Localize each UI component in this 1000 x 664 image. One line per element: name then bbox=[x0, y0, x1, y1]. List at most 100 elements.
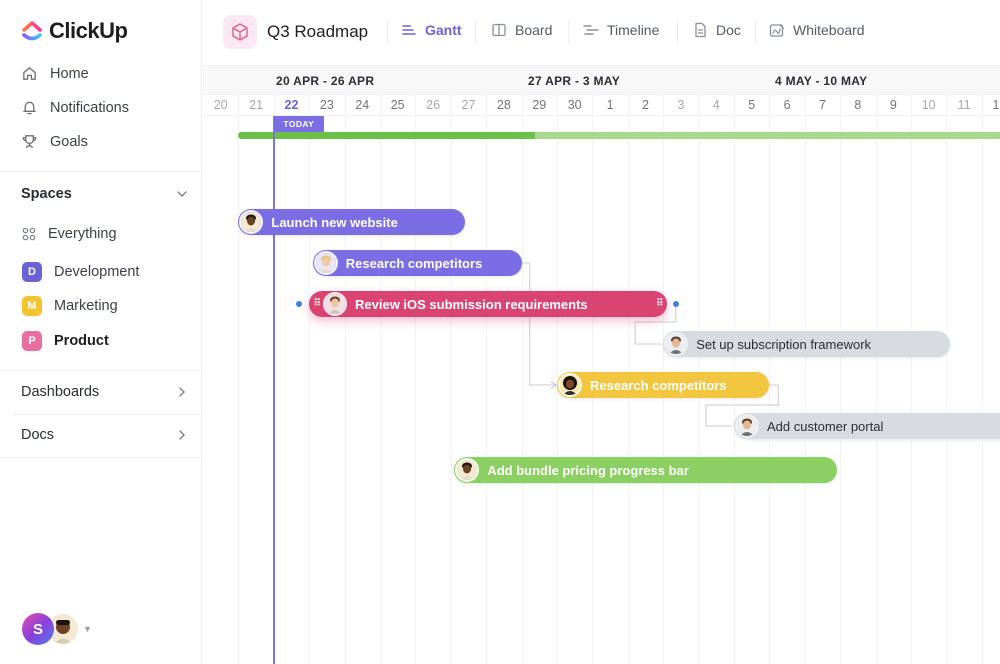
caret-down-icon[interactable]: ▼ bbox=[83, 624, 92, 634]
grid-line bbox=[309, 95, 311, 664]
project-icon bbox=[223, 15, 257, 49]
space-marketing-label: Marketing bbox=[54, 298, 118, 314]
day-label: 7 bbox=[819, 98, 826, 112]
assignee-avatar[interactable] bbox=[313, 251, 338, 275]
sidebar-divider bbox=[0, 457, 202, 458]
overall-progress-fill bbox=[238, 132, 536, 139]
space-product-label: Product bbox=[54, 333, 109, 349]
view-header: Q3 Roadmap Gantt Board Timeline Doc Whit… bbox=[203, 0, 1000, 66]
grid-line bbox=[911, 95, 912, 664]
assignee-avatar[interactable] bbox=[664, 332, 689, 356]
tab-board[interactable]: Board bbox=[491, 22, 552, 38]
docs-label: Docs bbox=[21, 427, 55, 443]
grid-line bbox=[804, 95, 806, 664]
assignee-avatar[interactable] bbox=[558, 373, 582, 397]
day-label: 10 bbox=[921, 98, 936, 112]
task-bar[interactable]: Add bundle pricing progress bar bbox=[454, 457, 837, 483]
task-bar[interactable]: Launch new website bbox=[238, 209, 465, 235]
spaces-header[interactable]: Spaces bbox=[21, 186, 189, 202]
grid-line bbox=[875, 95, 877, 664]
space-everything-label: Everything bbox=[48, 226, 117, 242]
day-label: 22 bbox=[284, 98, 299, 112]
day-label: 24 bbox=[355, 98, 370, 112]
home-icon bbox=[23, 67, 36, 80]
tab-whiteboard[interactable]: Whiteboard bbox=[769, 22, 865, 38]
assignee-avatar[interactable] bbox=[455, 458, 480, 482]
sidebar-divider bbox=[12, 414, 202, 415]
user-menu[interactable]: S ▼ bbox=[22, 613, 92, 645]
tab-timeline-label: Timeline bbox=[607, 22, 660, 38]
task-bar[interactable]: ⠿ Review iOS submission requirements ⠿ bbox=[309, 291, 667, 317]
grid-line bbox=[344, 95, 346, 664]
grid-line bbox=[238, 95, 240, 664]
header-separator bbox=[387, 20, 388, 44]
task-bar[interactable]: Research competitors bbox=[557, 372, 770, 398]
day-label: 30 bbox=[567, 98, 582, 112]
day-label: 27 bbox=[461, 98, 476, 112]
day-label: 8 bbox=[854, 98, 862, 112]
task-name: Add customer portal bbox=[767, 418, 884, 434]
task-name: Launch new website bbox=[271, 214, 398, 230]
space-product[interactable]: P Product bbox=[22, 331, 109, 351]
cube-icon bbox=[232, 23, 248, 41]
week-label: 27 APR - 3 MAY bbox=[528, 74, 621, 88]
dependency-line bbox=[521, 262, 555, 386]
space-everything[interactable]: Everything bbox=[22, 226, 117, 242]
dependency-handle[interactable] bbox=[672, 301, 679, 307]
timeline-icon bbox=[583, 25, 599, 35]
grid-line bbox=[769, 95, 771, 664]
nav-notifications-label: Notifications bbox=[50, 99, 129, 116]
workspace-avatar[interactable]: S bbox=[22, 613, 54, 645]
grid-icon bbox=[22, 227, 36, 241]
dependency-handle[interactable] bbox=[296, 301, 303, 307]
drag-handle-icon[interactable]: ⠿ bbox=[656, 299, 664, 309]
assignee-avatar[interactable] bbox=[323, 292, 347, 316]
space-development[interactable]: D Development bbox=[22, 262, 139, 282]
task-name: Add bundle pricing progress bar bbox=[487, 462, 689, 478]
grid-line bbox=[450, 95, 452, 664]
task-bar[interactable]: Set up subscription framework bbox=[663, 331, 950, 357]
day-label: 12 bbox=[992, 98, 1000, 112]
day-label: 28 bbox=[496, 98, 511, 112]
day-label: 5 bbox=[748, 98, 756, 112]
header-separator bbox=[677, 20, 678, 44]
project-title: Q3 Roadmap bbox=[267, 22, 369, 41]
tab-gantt-label: Gantt bbox=[425, 22, 462, 38]
assignee-avatar[interactable] bbox=[735, 414, 759, 438]
gantt-icon bbox=[402, 25, 416, 35]
task-bar[interactable]: Research competitors bbox=[312, 250, 522, 276]
docs-section[interactable]: Docs bbox=[21, 427, 189, 443]
clickup-logo[interactable]: ClickUp bbox=[21, 18, 128, 44]
task-name: Review iOS submission requirements bbox=[355, 296, 588, 312]
tab-timeline[interactable]: Timeline bbox=[583, 22, 659, 38]
dashboards-section[interactable]: Dashboards bbox=[21, 384, 189, 400]
week-header-row: 20 APR - 26 APR 27 APR - 3 MAY 4 MAY - 1… bbox=[203, 66, 1000, 95]
grid-line bbox=[380, 95, 381, 664]
today-line bbox=[272, 116, 275, 664]
space-marketing[interactable]: M Marketing bbox=[22, 296, 118, 316]
tab-board-label: Board bbox=[515, 22, 553, 38]
day-label: 11 bbox=[957, 98, 971, 112]
task-bar[interactable]: Add customer portal bbox=[734, 413, 1000, 439]
brand-name: ClickUp bbox=[49, 18, 128, 43]
assignee-avatar[interactable] bbox=[239, 210, 264, 234]
trophy-icon bbox=[22, 135, 37, 148]
drag-handle-icon[interactable]: ⠿ bbox=[313, 299, 321, 309]
tab-gantt[interactable]: Gantt bbox=[401, 22, 462, 38]
day-label: 20 bbox=[213, 98, 228, 112]
nav-home[interactable]: Home bbox=[21, 65, 89, 82]
grid-line bbox=[840, 95, 842, 664]
nav-goals[interactable]: Goals bbox=[21, 133, 88, 150]
nav-goals-label: Goals bbox=[50, 133, 88, 150]
chevron-down-icon[interactable] bbox=[175, 187, 189, 201]
nav-notifications[interactable]: Notifications bbox=[21, 99, 129, 116]
dependency-arrow-icon bbox=[550, 380, 558, 390]
day-label: 26 bbox=[426, 98, 441, 112]
header-separator bbox=[568, 20, 569, 44]
sidebar-divider bbox=[0, 171, 202, 172]
clickup-logo-icon bbox=[22, 21, 42, 41]
day-header-row: 2021222324252627282930123456789101112 bbox=[203, 95, 1000, 116]
space-badge-marketing: M bbox=[22, 296, 42, 316]
gantt-chart: 20 APR - 26 APR 27 APR - 3 MAY 4 MAY - 1… bbox=[203, 66, 1000, 664]
tab-doc[interactable]: Doc bbox=[692, 22, 741, 38]
